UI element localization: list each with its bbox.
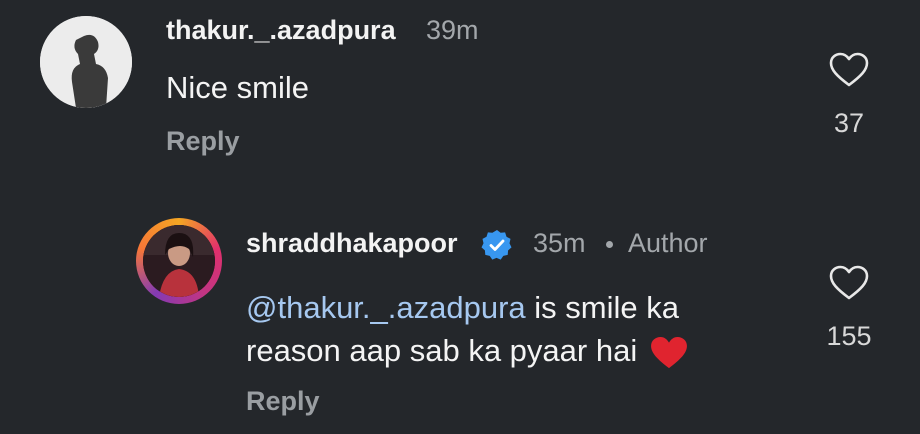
red-heart-emoji-icon (650, 336, 687, 368)
comment-username[interactable]: shraddhakapoor (246, 228, 458, 259)
user-avatar[interactable] (143, 225, 215, 297)
user-avatar[interactable] (40, 16, 132, 108)
reply-button[interactable]: Reply (246, 386, 320, 417)
like-heart-icon[interactable] (829, 265, 869, 301)
like-count: 155 (826, 321, 872, 351)
comment-timestamp: 35m (533, 228, 586, 258)
comment-text-line2: reason aap sab ka pyaar hai (246, 333, 638, 368)
mention-link[interactable]: @thakur._.azadpura (246, 290, 526, 325)
verified-badge-icon (481, 230, 512, 260)
comment-timestamp: 39m (426, 15, 479, 45)
reply-button[interactable]: Reply (166, 126, 240, 157)
comment-username[interactable]: thakur._.azadpura (166, 15, 396, 46)
comment-text-line1: is smile ka (525, 290, 679, 325)
user-avatar-icon (40, 16, 132, 108)
user-avatar-icon (143, 225, 215, 297)
comment-item: thakur._.azadpura 39m Nice smile Reply 3… (0, 0, 920, 180)
like-heart-icon[interactable] (829, 52, 869, 88)
separator-dot (606, 241, 613, 248)
comment-text: @thakur._.azadpura is smile ka reason aa… (246, 286, 786, 372)
comment-text: Nice smile (166, 70, 309, 105)
like-count: 37 (833, 108, 865, 138)
author-label: Author (628, 228, 708, 258)
